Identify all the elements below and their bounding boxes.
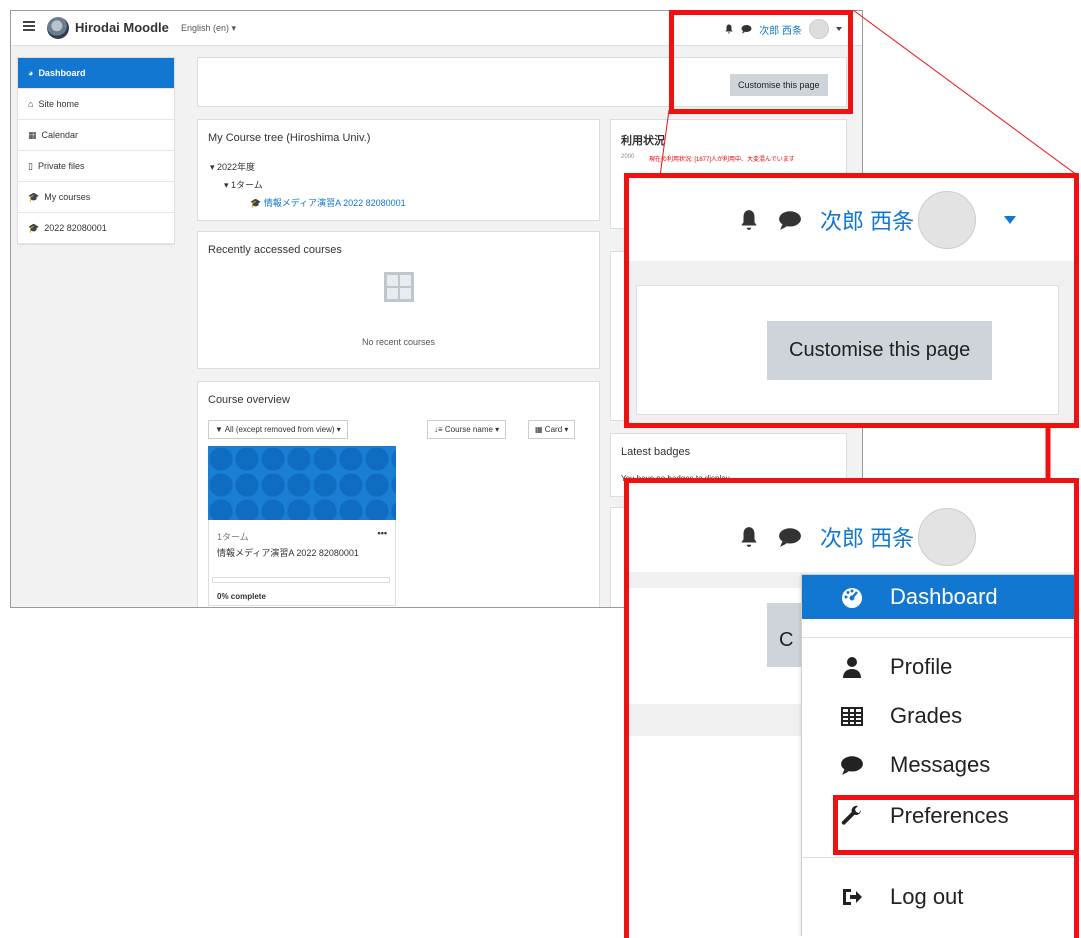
callout-line-right — [852, 9, 1078, 176]
highlight-box-zoom2 — [624, 478, 1079, 938]
highlight-box-zoom1 — [624, 173, 1079, 428]
highlight-box-preferences — [833, 795, 1079, 855]
